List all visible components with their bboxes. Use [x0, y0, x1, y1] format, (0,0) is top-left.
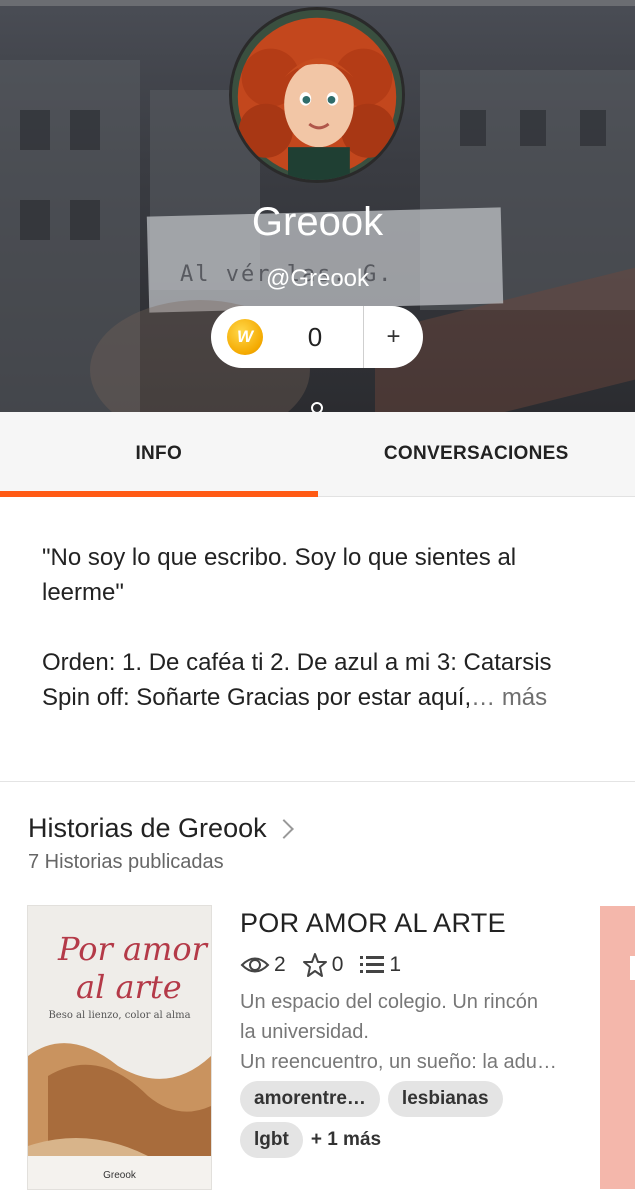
star-icon: [302, 953, 327, 977]
about-details-paragraph: Orden: 1. De caféa ti 2. De azul a mi 3:…: [42, 645, 602, 715]
chevron-right-icon: [273, 818, 294, 839]
next-cover-mark: [630, 956, 635, 980]
story-stats: 2 0 1: [240, 952, 417, 978]
cover-subtitle: Beso al lienzo, color al alma: [48, 1010, 191, 1021]
cover-title: Por amor al arte: [58, 930, 207, 1006]
section-divider: [0, 781, 635, 782]
eye-icon: [240, 957, 270, 973]
about-quote: "No soy lo que escribo. Soy lo que sient…: [42, 544, 517, 606]
add-coins-button[interactable]: +: [364, 323, 423, 351]
tag-chip[interactable]: lgbt: [240, 1122, 303, 1158]
avatar[interactable]: [229, 7, 405, 183]
status-bar-strip: [0, 0, 635, 6]
profile-display-name: Greook: [251, 200, 384, 244]
story-description: Un espacio del colegio. Un rincón la uni…: [240, 987, 570, 1077]
description-line: Un espacio del colegio. Un rincón: [240, 991, 538, 1013]
tab-info[interactable]: INFO: [0, 412, 318, 497]
list-icon: [360, 956, 385, 973]
reads-stat: 2: [240, 953, 286, 977]
background-window: [20, 110, 50, 150]
stories-section-title: Historias de Greook: [28, 813, 267, 843]
profile-tabs: INFO CONVERSACIONES: [0, 412, 635, 497]
stories-section-header[interactable]: Historias de Greook: [28, 813, 294, 844]
background-window: [460, 110, 486, 146]
background-window: [520, 110, 546, 146]
about-ellipsis: …: [471, 684, 496, 711]
cover-title-line1: Por amor: [58, 930, 207, 968]
about-more-link[interactable]: más: [502, 684, 547, 711]
votes-stat: 0: [302, 952, 344, 978]
background-window: [70, 110, 100, 150]
stories-count: 7 Historias publicadas: [28, 851, 224, 873]
description-line: Un reencuentro, un sueño: la adu…: [240, 1051, 557, 1073]
parts-stat: 1: [359, 953, 401, 977]
scroll-hint-icon: [311, 402, 323, 412]
story-cover[interactable]: Por amor al arte Beso al lienzo, color a…: [28, 906, 211, 1189]
tag-chip[interactable]: lesbianas: [387, 1081, 503, 1117]
reads-count: 2: [274, 953, 286, 976]
description-line: la universidad.: [240, 1021, 369, 1043]
avatar-image: [232, 10, 402, 180]
profile-header: Al vér las. G. Greook @Greook W 0 +: [0, 0, 635, 412]
profile-about: "No soy lo que escribo. Soy lo que sient…: [42, 540, 602, 715]
wattpad-coin-icon: W: [227, 319, 263, 355]
coin-count: 0: [307, 321, 323, 352]
cover-author: Greook: [103, 1170, 136, 1181]
next-story-cover[interactable]: [600, 906, 635, 1189]
tag-chip[interactable]: amorentre…: [240, 1081, 380, 1117]
coin-balance-pill: W 0 +: [211, 306, 423, 368]
votes-count: 0: [331, 953, 344, 976]
more-tags-label[interactable]: + 1 más: [311, 1122, 381, 1158]
story-title[interactable]: POR AMOR AL ARTE: [240, 908, 506, 939]
parts-count: 1: [389, 953, 402, 976]
tab-conversaciones[interactable]: CONVERSACIONES: [318, 412, 635, 496]
story-tags: amorentre… lesbianas lgbt + 1 más: [240, 1081, 580, 1163]
profile-username: @Greook: [265, 265, 370, 292]
cover-title-line2: al arte: [76, 968, 182, 1006]
background-window: [580, 110, 606, 146]
